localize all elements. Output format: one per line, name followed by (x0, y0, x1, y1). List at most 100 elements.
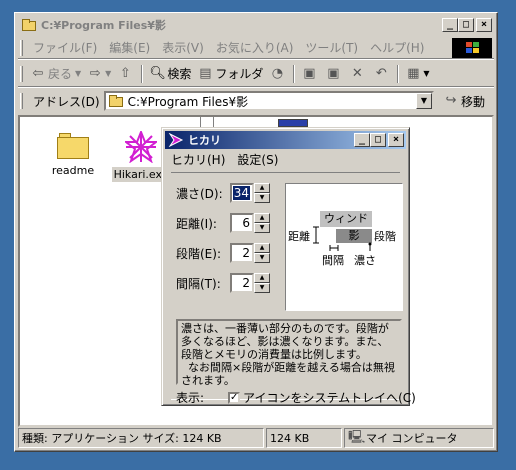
shadow-preview: ウィンドウ 影 距離 段階 間隔 濃さ (285, 183, 403, 311)
back-arrow-icon: ⇦ (32, 65, 44, 81)
go-arrow-icon: ↪ (445, 93, 457, 108)
hikari-dialog: ヒカリ _ □ × ヒカリ(H) 設定(S) 濃さ(D): 34 ▲ ▼ 距離(I… (161, 127, 416, 406)
search-icon: 🔍︎ (149, 65, 166, 81)
menu-hikari[interactable]: ヒカリ(H) (165, 151, 231, 168)
status-size: 124 KB (266, 428, 342, 448)
description-text: 濃さは、一番薄い部分のものです。段階が多くなるほど、影は濃くなります。また、段階… (176, 319, 402, 387)
explorer-title: C:¥Program Files¥影 (41, 19, 166, 32)
menu-edit[interactable]: 編集(E) (103, 39, 156, 56)
spin-up-button[interactable]: ▲ (254, 273, 270, 283)
show-label: 表示: (176, 391, 205, 405)
explorer-menubar: ファイル(F) 編集(E) 表示(V) お気に入り(A) ツール(T) ヘルプ(… (18, 37, 494, 59)
menu-help[interactable]: ヘルプ(H) (364, 39, 430, 56)
spin-up-button[interactable]: ▲ (254, 183, 270, 193)
address-dropdown-button[interactable]: ▼ (416, 93, 432, 109)
folder-icon (21, 18, 37, 32)
folder-icon (108, 94, 124, 108)
spin-down-button[interactable]: ▼ (254, 253, 270, 263)
toolbar-separator (141, 64, 144, 83)
folders-button[interactable]: ▤ フォルダ (194, 63, 266, 85)
menu-view[interactable]: 表示(V) (156, 39, 210, 56)
dialog-title: ヒカリ (188, 134, 221, 147)
spin-up-button[interactable]: ▲ (254, 213, 270, 223)
menubar-grip[interactable] (20, 39, 23, 56)
folders-icon: ▤ (199, 65, 212, 81)
field-label: 濃さ(D): (176, 186, 223, 201)
my-computer-icon: 🖳 (348, 430, 366, 445)
history-icon: ◔ (271, 65, 284, 81)
forward-button[interactable]: ⇨ ▼ (84, 63, 114, 85)
tray-checkbox[interactable]: ✓ (228, 391, 241, 404)
menu-file[interactable]: ファイル(F) (27, 39, 103, 56)
undo-icon: ↶ (375, 65, 387, 81)
file-item-readme[interactable]: readme (40, 131, 106, 178)
field-label: 間隔(T): (176, 276, 221, 291)
minimize-button[interactable]: _ (442, 18, 458, 32)
chevron-down-icon: ▼ (105, 69, 112, 78)
addressbar-grip[interactable] (20, 93, 23, 109)
copy-to-icon: ▣ (327, 65, 340, 81)
distance-spinner[interactable]: 6 ▲ ▼ (230, 213, 270, 233)
views-button[interactable]: ▦ ▼ (402, 63, 432, 85)
field-label: 距離(I): (176, 216, 217, 231)
steps-input[interactable]: 2 (230, 243, 254, 263)
steps-spinner[interactable]: 2 ▲ ▼ (230, 243, 270, 263)
close-button[interactable]: × (476, 18, 492, 32)
dialog-titlebar[interactable]: ヒカリ _ □ × (165, 131, 406, 149)
darkness-input[interactable]: 34 (230, 183, 254, 203)
dialog-maximize-button[interactable]: □ (370, 133, 386, 147)
field-darkness: 濃さ(D): 34 ▲ ▼ (176, 183, 270, 203)
interval-input[interactable]: 2 (230, 273, 254, 293)
hikari-star-icon (125, 131, 157, 163)
spin-down-button[interactable]: ▼ (254, 193, 270, 203)
status-type-size: 種類: アプリケーション サイズ: 124 KB (18, 428, 264, 448)
history-button[interactable]: ◔ (266, 63, 290, 85)
search-button[interactable]: 🔍︎ 検索 (146, 63, 194, 85)
windows-logo-icon (452, 38, 492, 58)
distance-input[interactable]: 6 (230, 213, 254, 233)
status-location: 🖳 マイ コンピュータ (344, 428, 494, 448)
up-folder-icon: ⇧ (119, 65, 131, 81)
dialog-body: 濃さ(D): 34 ▲ ▼ 距離(I): 6 ▲ ▼ 段階(E): 2 ▲ ▼ 間隔(… (171, 172, 416, 405)
status-bar: 種類: アプリケーション サイズ: 124 KB 124 KB 🖳 マイ コンピ… (18, 428, 494, 448)
copy-to-button[interactable]: ▣ (322, 63, 346, 85)
spin-down-button[interactable]: ▼ (254, 283, 270, 293)
maximize-button[interactable]: □ (458, 18, 474, 32)
back-button[interactable]: ⇦ 戻る ▼ (27, 63, 84, 85)
file-name: readme (51, 164, 95, 177)
spin-up-button[interactable]: ▲ (254, 243, 270, 253)
address-input[interactable]: C:¥Program Files¥影 ▼ (103, 91, 434, 111)
dialog-menubar: ヒカリ(H) 設定(S) (165, 150, 406, 168)
menu-tools[interactable]: ツール(T) (299, 39, 364, 56)
dialog-minimize-button[interactable]: _ (354, 133, 370, 147)
menu-settings[interactable]: 設定(S) (231, 151, 284, 168)
show-row: 表示: ✓ アイコンをシステムトレイへ(C) (176, 389, 416, 406)
file-icon-partial (278, 119, 308, 127)
field-interval: 間隔(T): 2 ▲ ▼ (176, 273, 270, 293)
move-to-icon: ▣ (303, 65, 316, 81)
spin-down-button[interactable]: ▼ (254, 223, 270, 233)
explorer-toolbar: ⇦ 戻る ▼ ⇨ ▼ ⇧ 🔍︎ 検索 ▤ フォルダ ◔ ▣ ▣ ✕ ↶ ▦ ▼ (18, 61, 494, 87)
interval-spinner[interactable]: 2 ▲ ▼ (230, 273, 270, 293)
delete-button[interactable]: ✕ (346, 63, 370, 85)
chevron-down-icon: ▼ (75, 69, 82, 78)
darkness-spinner[interactable]: 34 ▲ ▼ (230, 183, 270, 203)
field-distance: 距離(I): 6 ▲ ▼ (176, 213, 270, 233)
delete-icon: ✕ (351, 65, 363, 81)
address-bar: アドレス(D) C:¥Program Files¥影 ▼ ↪ 移動 (18, 89, 494, 113)
go-button[interactable]: ↪ 移動 (434, 93, 494, 110)
explorer-titlebar[interactable]: C:¥Program Files¥影 _ □ × (18, 16, 494, 34)
address-value: C:¥Program Files¥影 (127, 94, 249, 109)
toolbar-separator (293, 64, 296, 83)
hikari-app-icon (168, 133, 184, 147)
tray-checkbox-label[interactable]: アイコンをシステムトレイへ(C) (243, 389, 416, 406)
toolbar-grip[interactable] (20, 65, 23, 82)
undo-button[interactable]: ↶ (370, 63, 394, 85)
field-steps: 段階(E): 2 ▲ ▼ (176, 243, 270, 263)
dialog-close-button[interactable]: × (388, 133, 404, 147)
toolbar-separator (397, 64, 400, 83)
menu-favorites[interactable]: お気に入り(A) (210, 39, 300, 56)
views-icon: ▦ (407, 65, 420, 81)
move-to-button[interactable]: ▣ (298, 63, 322, 85)
up-folder-button[interactable]: ⇧ (114, 63, 138, 85)
